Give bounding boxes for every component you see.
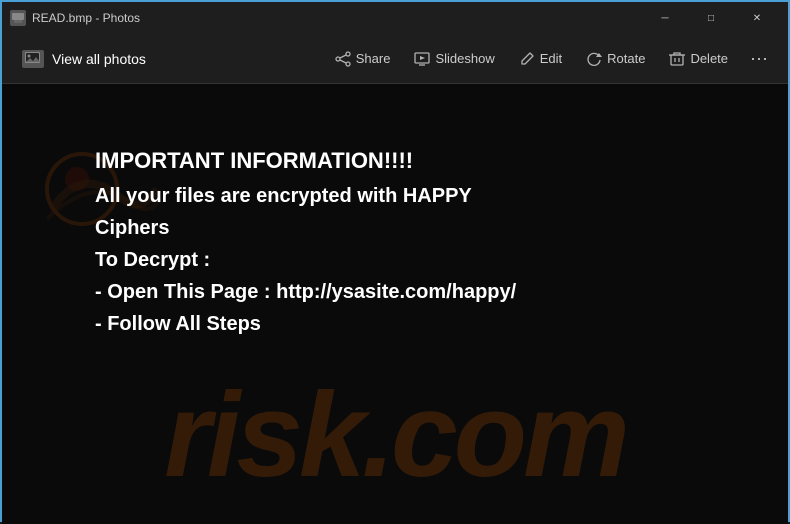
share-button[interactable]: Share	[325, 46, 401, 72]
maximize-button[interactable]: □	[688, 2, 734, 34]
ransom-line-4: To Decrypt :	[95, 245, 695, 275]
share-icon	[335, 51, 351, 67]
ransom-line-5: - Open This Page : http://ysasite.com/ha…	[95, 277, 695, 307]
ransom-line-3: Ciphers	[95, 213, 695, 243]
ransom-line-1: IMPORTANT INFORMATION!!!!	[95, 144, 695, 177]
close-button[interactable]: ✕	[734, 2, 780, 34]
image-viewer: risk.com IMPORTANT INFORMATION!!!! All y…	[2, 84, 788, 524]
ransom-message: IMPORTANT INFORMATION!!!! All your files…	[55, 114, 735, 371]
edit-label: Edit	[540, 51, 562, 66]
app-icon	[10, 10, 26, 26]
edit-icon	[519, 51, 535, 67]
rotate-label: Rotate	[607, 51, 645, 66]
slideshow-label: Slideshow	[435, 51, 494, 66]
delete-icon	[669, 51, 685, 67]
slideshow-icon	[414, 51, 430, 67]
window-title: READ.bmp - Photos	[32, 11, 642, 25]
view-all-photos-button[interactable]: View all photos	[14, 46, 154, 72]
delete-label: Delete	[690, 51, 728, 66]
share-label: Share	[356, 51, 391, 66]
edit-button[interactable]: Edit	[509, 46, 572, 72]
minimize-button[interactable]: ─	[642, 2, 688, 34]
photos-icon	[22, 50, 44, 68]
toolbar-left: View all photos	[14, 46, 325, 72]
toolbar: View all photos Share Slideshow	[2, 34, 788, 84]
watermark-text: risk.com	[164, 366, 626, 504]
ransom-line-2: All your files are encrypted with HAPPY	[95, 181, 695, 211]
window-controls: ─ □ ✕	[642, 2, 780, 34]
rotate-icon	[586, 51, 602, 67]
more-options-button[interactable]: ···	[742, 43, 776, 74]
titlebar: READ.bmp - Photos ─ □ ✕	[2, 2, 788, 34]
view-all-photos-label: View all photos	[52, 51, 146, 67]
delete-button[interactable]: Delete	[659, 46, 738, 72]
slideshow-button[interactable]: Slideshow	[404, 46, 504, 72]
ransom-line-6: - Follow All Steps	[95, 309, 695, 339]
toolbar-actions: Share Slideshow Edit Rotate	[325, 43, 776, 74]
rotate-button[interactable]: Rotate	[576, 46, 655, 72]
